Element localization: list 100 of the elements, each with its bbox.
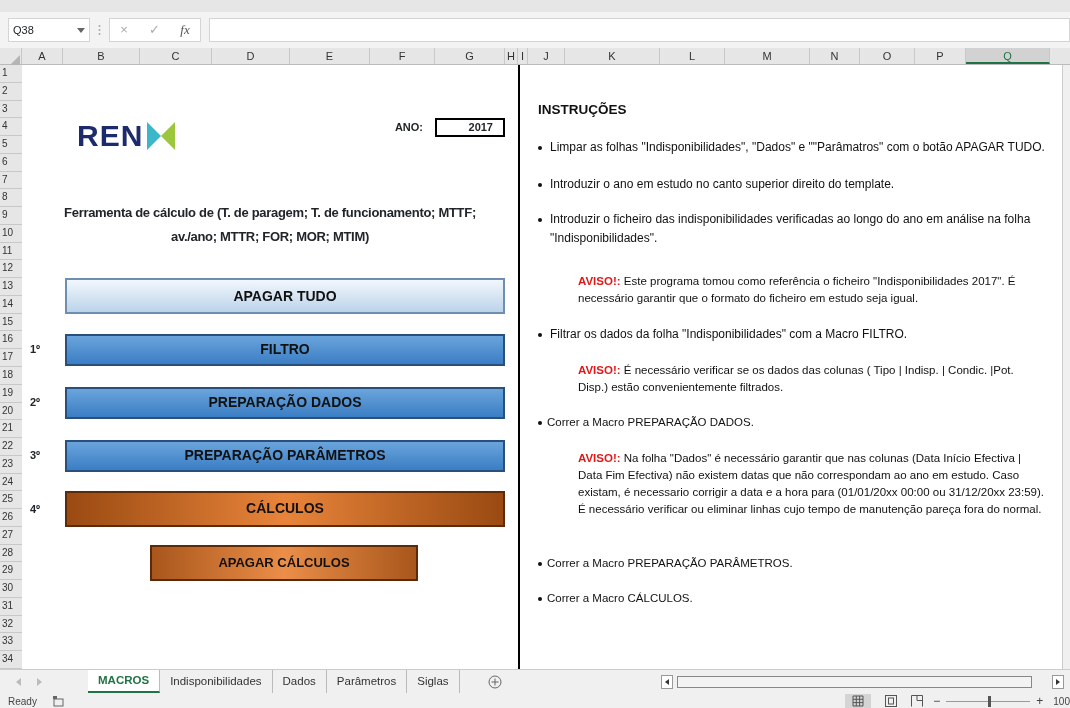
row-header[interactable]: 7 <box>0 171 22 190</box>
step-label: 1º <box>29 342 42 358</box>
column-header[interactable]: F <box>370 48 435 64</box>
row-header[interactable]: 28 <box>0 544 22 563</box>
horizontal-scrollbar[interactable] <box>677 675 1032 688</box>
scroll-left-icon[interactable] <box>661 674 673 689</box>
row-header[interactable]: 29 <box>0 562 22 581</box>
row-header[interactable]: 8 <box>0 189 22 208</box>
row-header[interactable]: 1 <box>0 65 22 83</box>
page-break-icon[interactable] <box>911 695 924 707</box>
sheet-tab[interactable]: MACROS <box>88 669 161 694</box>
macro-button[interactable]: APAGAR TUDO <box>65 278 505 315</box>
column-header[interactable]: O <box>860 48 915 64</box>
instruction-text: Introduzir o ano em estudo no canto superior direito do template. <box>550 175 895 193</box>
macro-record-icon[interactable] <box>52 695 64 707</box>
column-header[interactable]: B <box>63 48 140 64</box>
row-header[interactable]: 27 <box>0 526 22 545</box>
column-header[interactable]: J <box>528 48 565 64</box>
macro-button[interactable]: PREPARAÇÃO PARÂMETROS <box>65 439 505 472</box>
instructions-heading: INSTRUÇÕES <box>537 101 628 120</box>
row-header[interactable]: 34 <box>0 651 22 669</box>
row-header[interactable]: 26 <box>0 509 22 527</box>
bullet-icon <box>538 597 542 602</box>
row-header[interactable]: 11 <box>0 242 22 261</box>
row-header[interactable]: 12 <box>0 260 22 279</box>
row-header[interactable]: 18 <box>0 367 22 385</box>
instruction-text: Correr a Macro PREPARAÇÃO PARÂMETROS. <box>547 555 793 571</box>
normal-view-icon[interactable] <box>845 694 872 708</box>
column-header[interactable]: G <box>435 48 505 64</box>
row-header[interactable]: 21 <box>0 420 22 439</box>
bullet-icon <box>538 217 542 222</box>
warning-text: AVISO!: Na folha "Dados" é necessário garantir que nas colunas (Data Início Efectiva | Data Fim Efectiva) não existem datas que não correspondam ao ano em estudo. Caso existam, é necessario corrigir a data e a hora para (01/01/20xx 00:00 ou 31/12/20xx 23:59). É necessário verificar ou eliminar linhas cujo tempo de manutenção pareça fora do normal. <box>577 451 1046 518</box>
column-header[interactable]: D <box>212 48 290 64</box>
macro-button[interactable]: FILTRO <box>65 333 505 366</box>
instruction-text: Introduzir o ficheiro das indisponibilidades verificadas ao longo do ano em análise na folha "Indisponibilidades". <box>550 210 1032 247</box>
row-header[interactable]: 22 <box>0 438 22 456</box>
column-header[interactable]: E <box>290 48 370 64</box>
tool-title: Ferramenta de cálculo de (T. de paragem; T. de funcionamento; MTTF; av./ano; MTTR; FOR; MOR; MTIM) <box>63 204 477 247</box>
step-label: 2º <box>29 395 42 411</box>
macro-button[interactable]: APAGAR CÁLCULOS <box>150 544 418 581</box>
dropdown-icon <box>77 27 85 33</box>
column-header[interactable]: N <box>810 48 860 64</box>
column-header[interactable]: H <box>505 48 518 64</box>
row-header[interactable]: 16 <box>0 331 22 350</box>
zoom-in-button[interactable]: + <box>1036 692 1044 708</box>
row-header[interactable]: 4 <box>0 118 22 137</box>
row-header[interactable]: 25 <box>0 491 22 510</box>
macro-button[interactable]: CÁLCULOS <box>65 491 505 527</box>
column-header[interactable]: Q <box>966 48 1050 64</box>
status-text: Ready <box>7 694 37 708</box>
bullet-icon <box>538 333 542 337</box>
name-box[interactable]: Q38 <box>8 18 90 42</box>
column-header[interactable]: M <box>725 48 810 64</box>
row-header[interactable]: 3 <box>0 100 22 119</box>
row-header[interactable]: 23 <box>0 455 22 474</box>
bullet-icon <box>538 421 542 425</box>
insert-function-button[interactable]: fx <box>180 20 190 40</box>
zoom-out-button[interactable]: − <box>933 692 941 708</box>
instruction-text: Limpar as folhas "Indisponibilidades", "Dados" e ""Parâmatros" com o botão APAGAR TUDO. <box>550 139 1045 157</box>
step-label: 3º <box>29 448 42 464</box>
row-header[interactable]: 13 <box>0 278 22 296</box>
row-header[interactable]: 31 <box>0 597 22 616</box>
step-label: 4º <box>29 501 42 517</box>
row-header[interactable]: 24 <box>0 473 22 492</box>
row-header[interactable]: 20 <box>0 402 22 421</box>
warning-text: AVISO!: É necessário verificar se os dados das colunas ( Tipo | Indisp. | Condic. |Pot. Disp.) estão convenientemente filtrados. <box>577 362 1015 395</box>
row-header[interactable]: 15 <box>0 313 22 332</box>
column-header[interactable]: I <box>518 48 528 64</box>
year-cell[interactable]: 2017 <box>435 118 505 137</box>
row-header[interactable]: 30 <box>0 580 22 598</box>
bullet-icon <box>538 561 542 566</box>
column-header[interactable]: K <box>565 48 660 64</box>
row-header[interactable]: 14 <box>0 295 22 314</box>
vertical-scrollbar[interactable] <box>1062 65 1070 669</box>
column-header[interactable]: L <box>660 48 725 64</box>
row-header[interactable]: 10 <box>0 224 22 243</box>
logo-text: REN <box>77 121 144 152</box>
row-header[interactable]: 33 <box>0 633 22 652</box>
instruction-text: Filtrar os dados da folha "Indisponibilidades" com a Macro FILTRO. <box>550 326 908 343</box>
row-header[interactable]: 9 <box>0 207 22 225</box>
year-label: ANO: <box>393 120 424 136</box>
instruction-text: Correr a Macro PREPARAÇÃO DADOS. <box>547 415 754 430</box>
row-header[interactable]: 2 <box>0 82 22 101</box>
warning-text: AVISO!: Este programa tomou como referência o ficheiro "Indisponibilidades 2017". É necessário garantir que o formato do ficheiro em estudo seja igual. <box>577 274 1017 307</box>
row-header[interactable]: 19 <box>0 384 22 403</box>
grip-icon <box>98 24 101 36</box>
page-layout-icon[interactable] <box>885 695 898 707</box>
row-header[interactable]: 17 <box>0 349 22 367</box>
row-header[interactable]: 6 <box>0 153 22 172</box>
row-header[interactable]: 32 <box>0 615 22 634</box>
zoom-percent[interactable]: 100 <box>1053 693 1070 708</box>
scroll-right-icon[interactable] <box>1052 674 1064 689</box>
formula-field[interactable] <box>209 18 1070 42</box>
zoom-thumb[interactable] <box>988 695 992 707</box>
bullet-icon <box>538 146 542 151</box>
column-header[interactable]: A <box>22 48 63 64</box>
column-header[interactable]: C <box>140 48 212 64</box>
row-header[interactable]: 5 <box>0 136 22 154</box>
add-sheet-icon[interactable] <box>487 674 502 689</box>
macro-button[interactable]: PREPARAÇÃO DADOS <box>65 386 505 419</box>
